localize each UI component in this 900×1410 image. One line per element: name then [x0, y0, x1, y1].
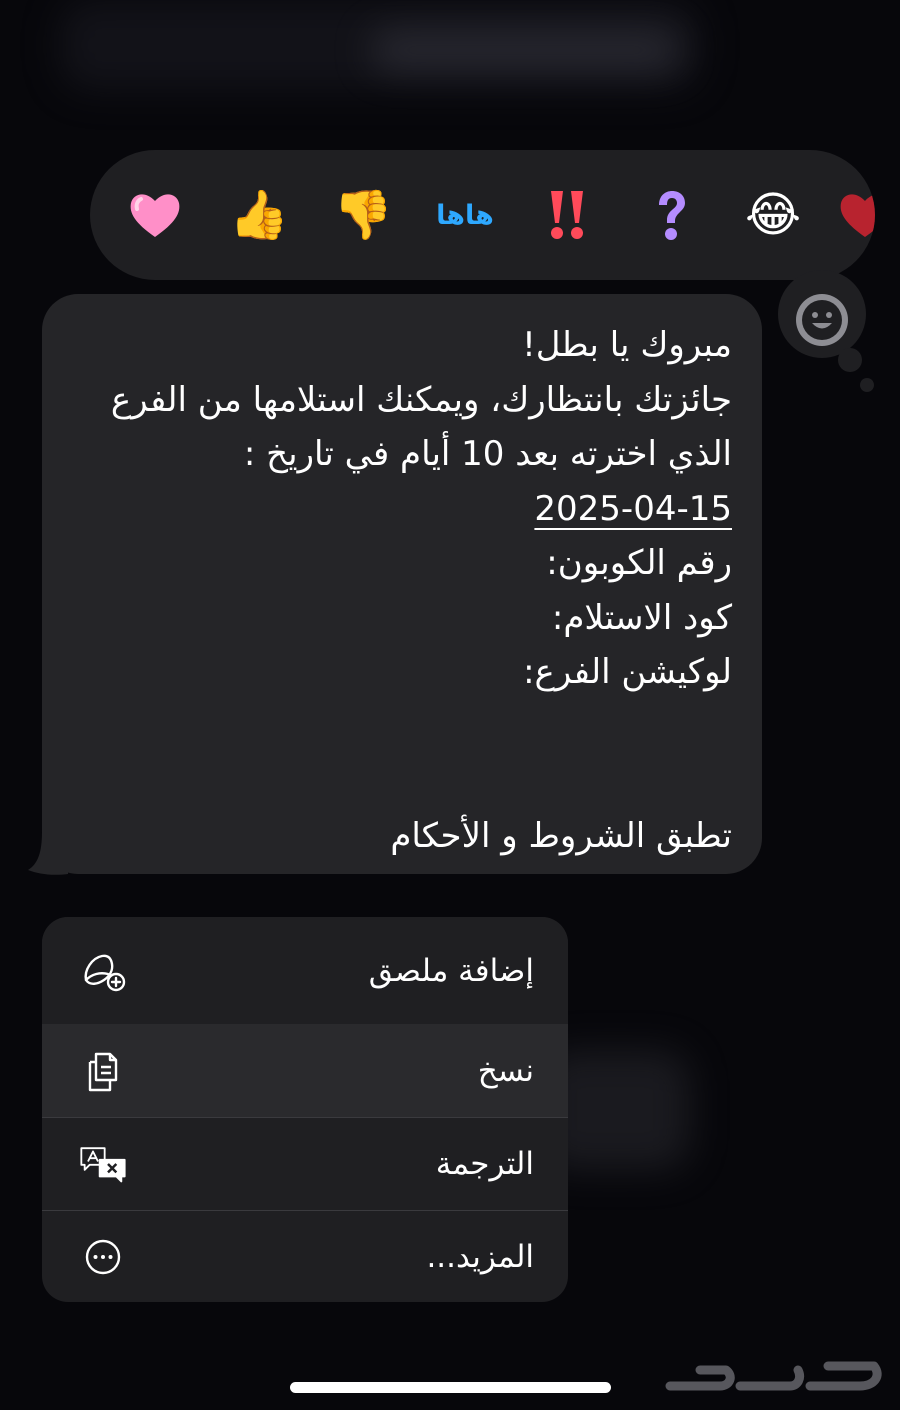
menu-item-add-sticker[interactable]: إضافة ملصق — [42, 917, 568, 1024]
branch-line: الذي اخترته بعد 10 أيام في تاريخ : — [243, 434, 732, 474]
coupon-label: رقم الكوبون: — [546, 543, 732, 583]
add-reaction-button[interactable] — [796, 294, 848, 346]
pickup-date-link[interactable]: 2025-04-15 — [111, 482, 732, 537]
message-text: مبروك يا بطل! جائزتك بانتظارك، ويمكنك اس… — [111, 318, 732, 863]
prize-line: جائزتك بانتظارك، ويمكنك استلامها من الفر… — [110, 379, 732, 420]
question-reaction[interactable] — [638, 182, 704, 248]
laugh-reaction[interactable]: 😂 — [740, 182, 806, 248]
pickup-code-label: كود الاستلام: — [551, 597, 732, 638]
ellipsis-circle-icon — [78, 1232, 128, 1282]
haha-label: هاها — [436, 199, 495, 231]
question-mark-icon — [659, 191, 685, 240]
translate-label: الترجمة — [435, 1145, 534, 1182]
bubble-tail — [28, 832, 68, 875]
menu-item-translate[interactable]: الترجمة — [42, 1117, 568, 1210]
home-indicator[interactable] — [290, 1382, 611, 1393]
thumbs-up-reaction[interactable]: 👍 — [226, 182, 292, 248]
haraj-watermark-logo — [665, 1361, 882, 1391]
heart-icon — [130, 194, 180, 237]
reaction-tail-dot — [838, 348, 862, 372]
menu-item-more[interactable]: المزيد... — [42, 1210, 568, 1302]
blurred-text — [370, 30, 680, 70]
laughing-face-icon: 😂 — [744, 187, 802, 243]
copy-icon — [78, 1046, 128, 1096]
translate-icon — [78, 1139, 128, 1189]
reaction-bar: 👍 👎 هاها 😂 — [90, 150, 875, 280]
add-sticker-label: إضافة ملصق — [368, 952, 534, 989]
more-label: المزيد... — [426, 1238, 534, 1275]
copy-label: نسخ — [477, 1052, 534, 1089]
thumbs-up-icon: 👍 — [229, 187, 289, 243]
sticker-add-icon — [78, 946, 128, 996]
smiley-icon — [802, 300, 842, 340]
partial-reaction[interactable] — [832, 182, 875, 248]
context-menu: إضافة ملصق نسخ الترجمة المزيد... — [42, 917, 568, 1302]
branch-location-label: لوكيشن الفرع: — [523, 652, 732, 692]
menu-item-copy[interactable]: نسخ — [42, 1024, 568, 1117]
emphasize-reaction[interactable] — [534, 182, 600, 248]
terms-line: تطبق الشروط و الأحكام — [390, 815, 732, 856]
thumbs-down-reaction[interactable]: 👎 — [330, 182, 396, 248]
haha-reaction[interactable]: هاها — [432, 182, 498, 248]
reaction-tail-dot-small — [860, 378, 874, 392]
heart-reaction[interactable] — [122, 182, 188, 248]
red-heart-icon — [840, 194, 875, 237]
double-exclamation-icon — [551, 191, 583, 239]
thumbs-down-icon: 👎 — [333, 187, 393, 243]
greeting-line: مبروك يا بطل! — [522, 325, 732, 365]
